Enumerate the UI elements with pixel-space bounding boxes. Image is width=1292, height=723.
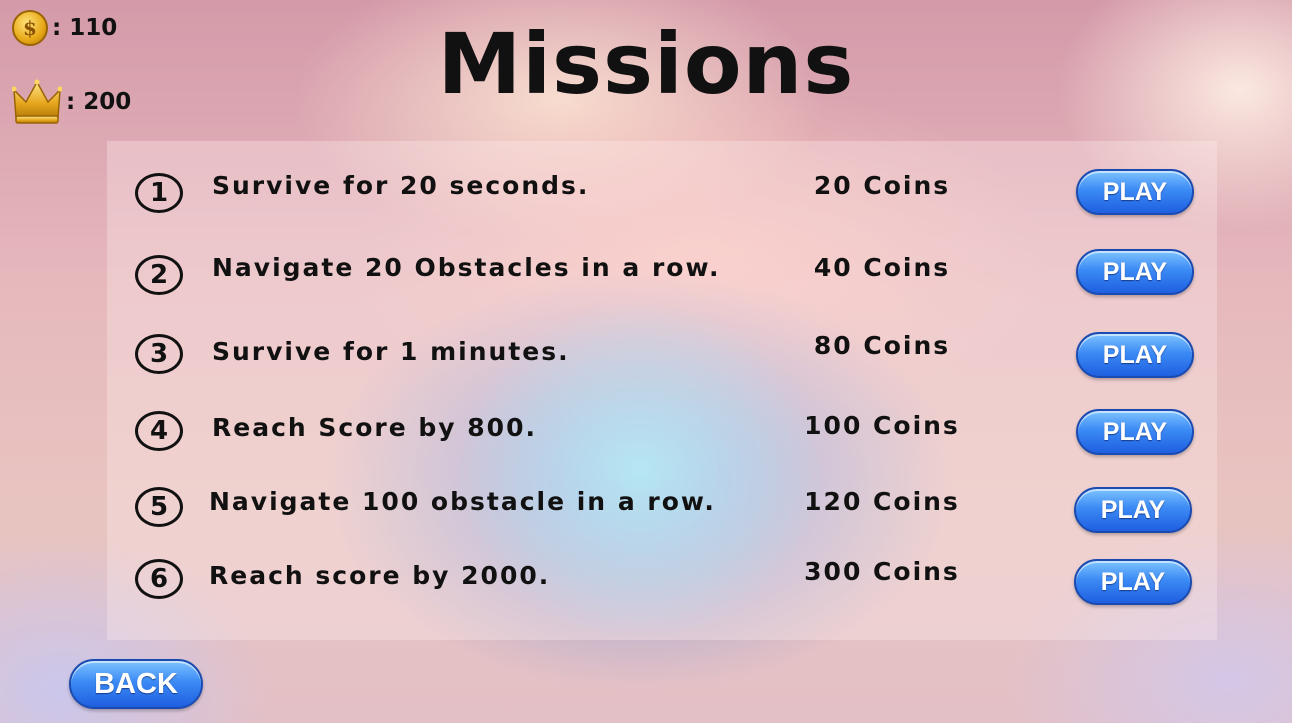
mission-row-4: 4 Reach Score by 800. 100 Coins PLAY [107, 407, 1217, 477]
play-button[interactable]: PLAY [1076, 332, 1194, 378]
mission-reward: 20 Coins [813, 171, 951, 200]
mission-reward: 40 Coins [813, 253, 951, 282]
back-button[interactable]: BACK [69, 659, 203, 709]
play-button[interactable]: PLAY [1074, 487, 1192, 533]
play-button[interactable]: PLAY [1076, 249, 1194, 295]
mission-reward: 300 Coins [804, 557, 960, 586]
play-button[interactable]: PLAY [1076, 169, 1194, 215]
mission-row-2: 2 Navigate 20 Obstacles in a row. 40 Coi… [107, 249, 1217, 319]
mission-reward: 120 Coins [804, 487, 960, 516]
mission-number-badge: 6 [135, 559, 183, 599]
page-title: Missions [437, 15, 855, 113]
mission-description: Navigate 20 Obstacles in a row. [212, 253, 721, 282]
mission-reward: 80 Coins [813, 331, 951, 360]
mission-row-6: 6 Reach score by 2000. 300 Coins PLAY [107, 557, 1217, 629]
mission-number-badge: 1 [135, 173, 183, 213]
mission-description: Reach score by 2000. [209, 561, 551, 590]
mission-number-badge: 5 [135, 487, 183, 527]
mission-description: Survive for 20 seconds. [212, 171, 590, 200]
mission-number-badge: 3 [135, 334, 183, 374]
play-button[interactable]: PLAY [1076, 409, 1194, 455]
mission-description: Navigate 100 obstacle in a row. [209, 487, 716, 516]
mission-number-badge: 4 [135, 411, 183, 451]
mission-description: Survive for 1 minutes. [212, 337, 570, 366]
mission-number-badge: 2 [135, 255, 183, 295]
mission-reward: 100 Coins [804, 411, 960, 440]
mission-row-5: 5 Navigate 100 obstacle in a row. 120 Co… [107, 487, 1217, 557]
mission-row-1: 1 Survive for 20 seconds. 20 Coins PLAY [107, 167, 1217, 237]
missions-panel: 1 Survive for 20 seconds. 20 Coins PLAY … [107, 141, 1217, 640]
play-button[interactable]: PLAY [1074, 559, 1192, 605]
mission-row-3: 3 Survive for 1 minutes. 80 Coins PLAY [107, 331, 1217, 401]
mission-description: Reach Score by 800. [212, 413, 537, 442]
